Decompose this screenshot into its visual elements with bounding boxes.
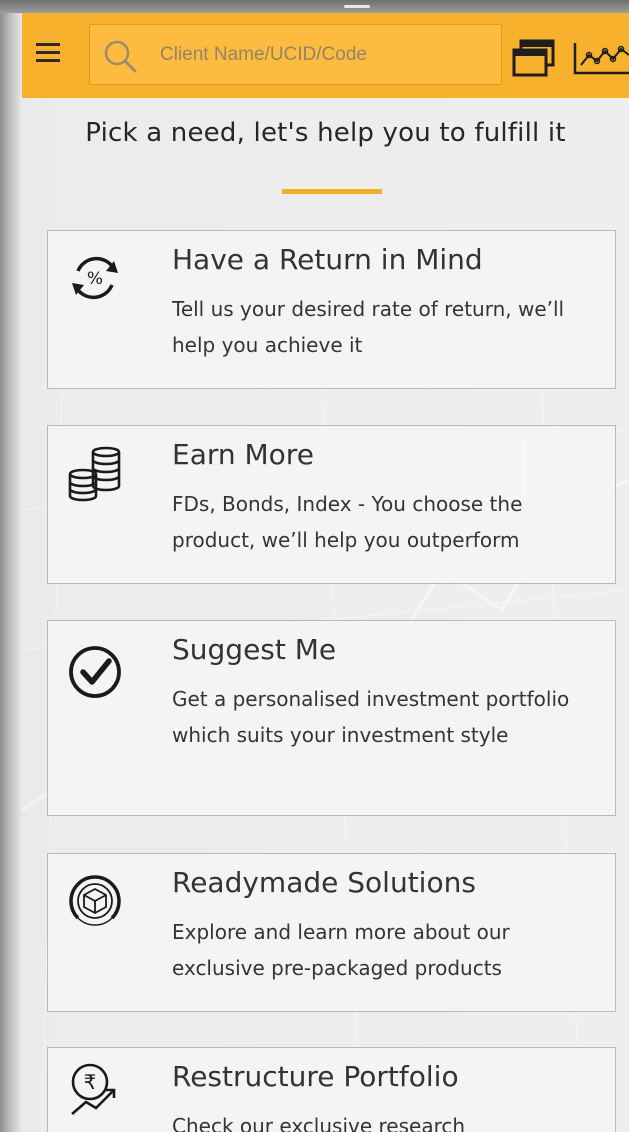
card-description: Tell us your desired rate of return, we’… <box>172 297 565 357</box>
app-frame: Pick a need, let's help you to fulfill i… <box>0 0 629 1132</box>
notch <box>344 5 370 8</box>
svg-text:%: % <box>87 269 103 289</box>
card-readymade-solutions[interactable]: Readymade Solutions Explore and learn mo… <box>47 853 616 1012</box>
card-description: Get a personalised investment portfolio … <box>172 687 570 747</box>
card-description: Explore and learn more about our exclusi… <box>172 920 510 980</box>
menu-icon <box>36 43 60 46</box>
menu-button[interactable] <box>36 43 60 63</box>
checkmark-circle-icon <box>69 646 121 698</box>
card-title: Restructure Portfolio <box>172 1060 459 1093</box>
card-restructure-portfolio[interactable]: ₹ Restructure Portfolio Check our exclus… <box>47 1047 616 1132</box>
search-bar[interactable] <box>89 24 502 85</box>
search-input[interactable] <box>160 39 490 71</box>
card-description: FDs, Bonds, Index - You choose the produ… <box>172 492 523 552</box>
card-earn-more[interactable]: Earn More FDs, Bonds, Index - You choose… <box>47 425 616 584</box>
card-title: Earn More <box>172 438 314 471</box>
title-underline <box>282 189 382 194</box>
windows-icon[interactable] <box>512 39 556 77</box>
search-icon <box>104 40 137 73</box>
card-title: Readymade Solutions <box>172 866 476 899</box>
coins-stack-icon <box>68 446 121 502</box>
card-suggest-me[interactable]: Suggest Me Get a personalised investment… <box>47 620 616 816</box>
box-circle-icon <box>69 875 121 926</box>
card-title: Suggest Me <box>172 633 337 666</box>
svg-text:₹: ₹ <box>84 1070 97 1094</box>
chart-icon[interactable] <box>572 41 629 75</box>
percent-cycle-icon: % <box>72 256 118 300</box>
card-description: Check our exclusive research <box>172 1114 466 1132</box>
card-return-in-mind[interactable]: % Have a Return in Mind Tell us your des… <box>47 230 616 389</box>
page-title: Pick a need, let's help you to fulfill i… <box>85 118 566 148</box>
app-header <box>22 13 629 98</box>
rupee-trend-icon: ₹ <box>71 1063 116 1115</box>
status-strip <box>0 0 629 13</box>
card-title: Have a Return in Mind <box>172 243 483 276</box>
